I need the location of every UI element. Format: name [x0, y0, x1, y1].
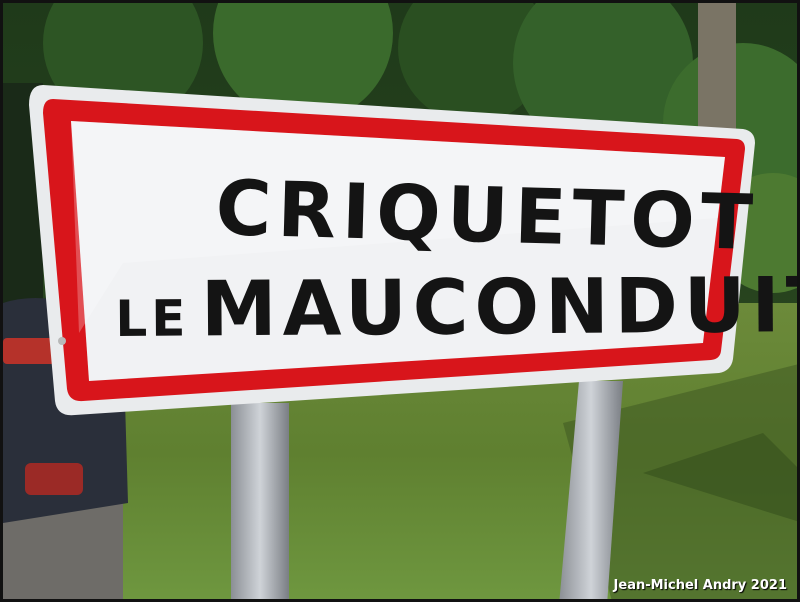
sign-line-1: CRIQUETOT [214, 163, 760, 268]
sign-line-2-prefix: LE [115, 289, 190, 348]
post-left [231, 403, 289, 599]
photo-credit: Jean-Michel Andry 2021 [613, 578, 787, 593]
car-reflector [25, 463, 83, 495]
car-taillight [3, 338, 55, 364]
sign-line-2-main: MAUCONDUIT [200, 259, 800, 354]
sign-bolt [58, 337, 66, 345]
tree-trunk [698, 3, 736, 143]
photo: CRIQUETOT LE MAUCONDUIT Jean-Michel Andr… [0, 0, 800, 602]
sign-line-2: LE MAUCONDUIT [115, 259, 800, 354]
